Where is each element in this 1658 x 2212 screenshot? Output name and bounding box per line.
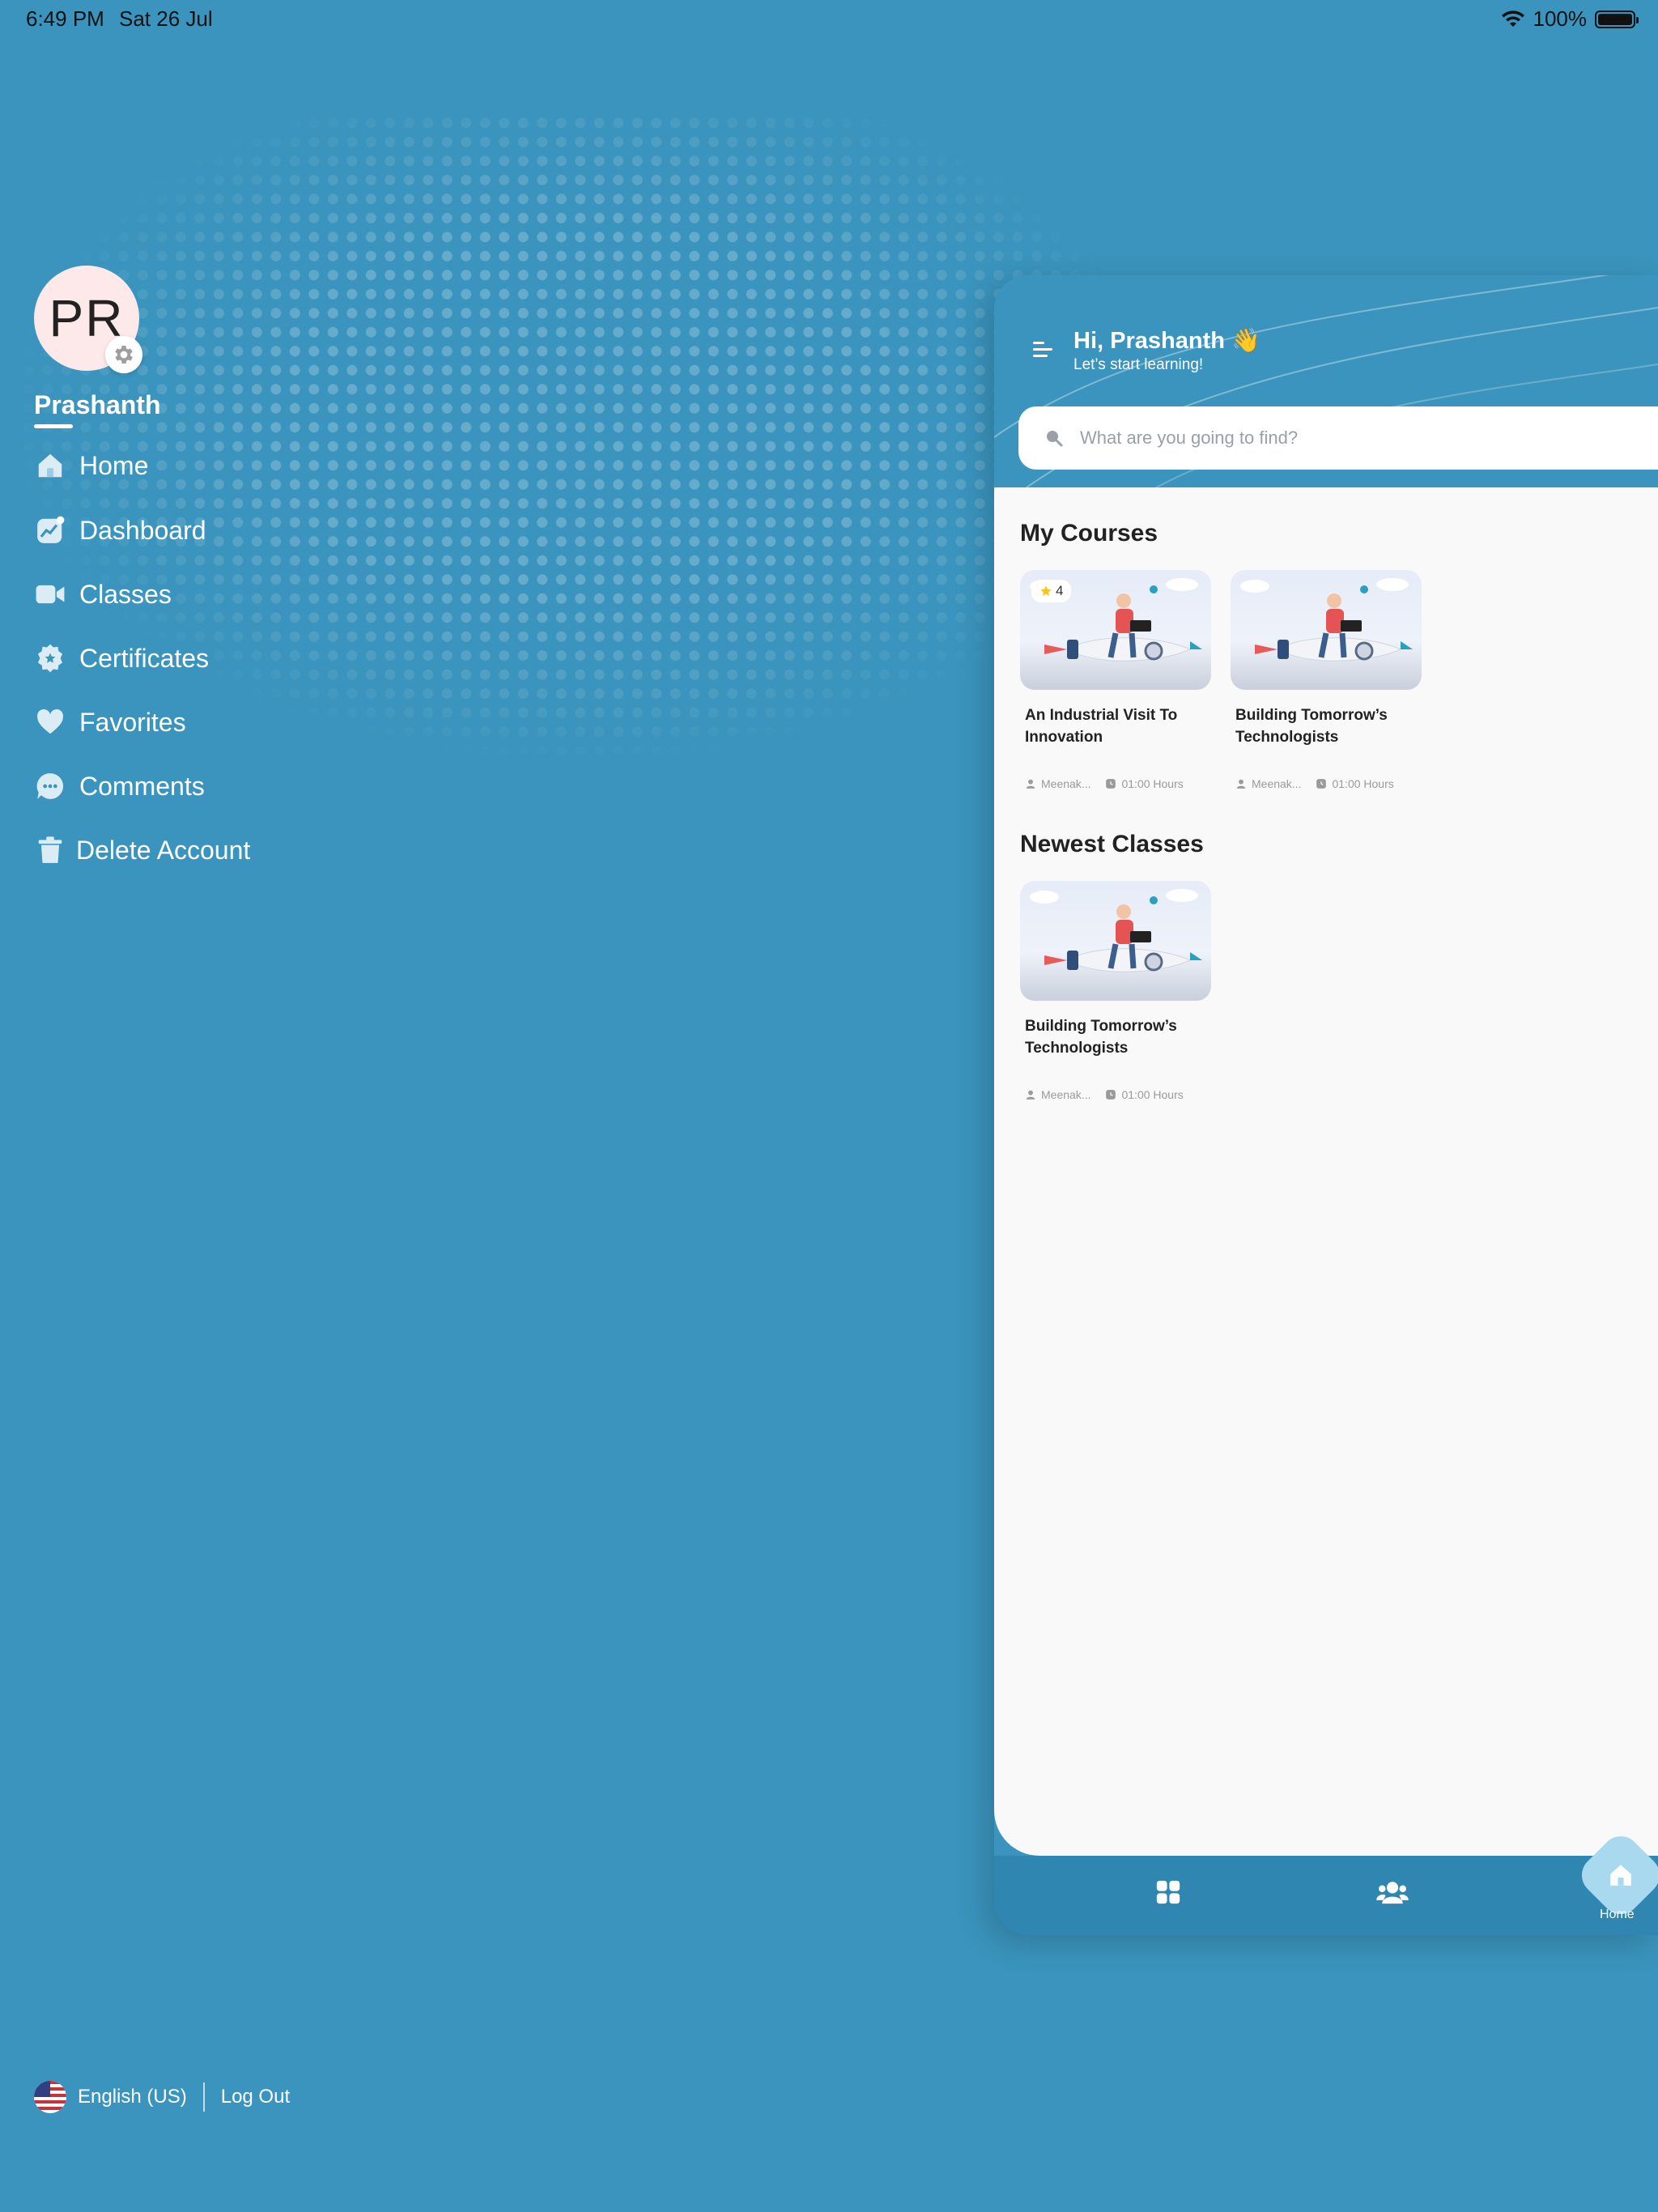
comment-icon (34, 770, 66, 802)
search-input[interactable] (1078, 427, 1567, 449)
course-meta: Meenak... 01:00 Hours (1020, 777, 1211, 790)
course-card[interactable]: Building Tomorrow’s Technologists Meenak… (1231, 570, 1422, 790)
star-icon (1040, 585, 1052, 596)
video-icon (34, 578, 66, 610)
tab-bar (994, 1856, 1658, 1935)
class-card[interactable]: Building Tomorrow’s Technologists Meenak… (1020, 881, 1211, 1101)
menu-label-home: Home (79, 450, 149, 480)
gear-icon (115, 346, 133, 364)
user-icon (1026, 1090, 1035, 1100)
logout-button[interactable]: Log Out (221, 2086, 290, 2108)
course-title: Building Tomorrow’s Technologists (1235, 707, 1388, 746)
class-instructor: Meenak... (1041, 1088, 1091, 1101)
language-selector[interactable]: English (US) (78, 2086, 187, 2108)
my-courses-title: My Courses (1020, 520, 1158, 547)
waving-hand-icon: 👋 (1231, 328, 1261, 354)
clock-icon (1106, 779, 1116, 789)
class-meta: Meenak... 01:00 Hours (1020, 1088, 1211, 1101)
course-meta: Meenak... 01:00 Hours (1231, 777, 1422, 790)
menu-label-classes: Classes (79, 579, 172, 609)
app-header: Hi, Prashanth 👋 Let’s start learning! (994, 275, 1658, 487)
menu-item-delete-account[interactable]: Delete Account (34, 834, 250, 866)
wifi-icon (1501, 10, 1524, 27)
menu-lines-icon (1033, 342, 1052, 357)
class-duration: 01:00 Hours (1121, 1088, 1184, 1101)
greeting-text: Hi, Prashanth (1073, 328, 1225, 354)
user-icon (1026, 779, 1035, 789)
greeting-subtitle: Let’s start learning! (1073, 356, 1204, 373)
home-tab-label: Home (1600, 1908, 1635, 1921)
battery-percent: 100% (1533, 6, 1588, 31)
course-card[interactable]: 4 An Industrial Visit To Innovation Meen… (1020, 570, 1211, 790)
clock-icon (1316, 779, 1327, 789)
course-thumbnail: 4 (1020, 570, 1211, 690)
class-thumbnail (1020, 881, 1211, 1001)
settings-button[interactable] (105, 336, 142, 373)
menu-item-classes[interactable]: Classes (34, 578, 172, 610)
username: Prashanth (34, 390, 161, 419)
footer-divider (202, 2082, 205, 2112)
tab-categories[interactable] (1154, 1878, 1182, 1910)
battery-icon (1595, 10, 1639, 28)
trash-icon (34, 834, 66, 866)
status-date: Sat 26 Jul (119, 6, 213, 31)
us-flag-icon (34, 2081, 66, 2113)
rating-badge: 4 (1031, 580, 1072, 602)
course-duration: 01:00 Hours (1121, 777, 1184, 790)
menu-label-comments: Comments (79, 771, 205, 801)
course-instructor: Meenak... (1041, 777, 1091, 790)
users-icon (1376, 1882, 1409, 1904)
status-bar: 6:49 PM Sat 26 Jul 100% (0, 0, 1658, 39)
certificate-icon (34, 642, 66, 674)
clock-icon (1106, 1090, 1116, 1100)
menu-label-certificates: Certificates (79, 643, 210, 673)
user-icon (1236, 779, 1246, 789)
tab-community[interactable] (1376, 1878, 1409, 1910)
course-title: An Industrial Visit To Innovation (1025, 707, 1178, 746)
menu-item-certificates[interactable]: Certificates (34, 642, 209, 674)
menu-item-favorites[interactable]: Favorites (34, 706, 186, 738)
menu-item-home[interactable]: Home (34, 449, 148, 482)
rocket-illustration (1240, 578, 1413, 661)
status-time: 6:49 PM (26, 6, 104, 31)
menu-item-comments[interactable]: Comments (34, 770, 205, 802)
search-icon (1047, 431, 1063, 447)
app-content: My Courses 4 An Industrial Visit To Inno… (994, 487, 1658, 1856)
menu-label-favorites: Favorites (79, 707, 186, 737)
grid-icon (1156, 1880, 1180, 1904)
menu-label-dashboard: Dashboard (79, 515, 206, 545)
course-instructor: Meenak... (1252, 777, 1302, 790)
menu-item-dashboard[interactable]: Dashboard (34, 514, 206, 547)
drawer-footer: English (US) Log Out (34, 2081, 290, 2113)
search-bar[interactable] (1018, 406, 1658, 470)
heart-icon (34, 706, 66, 738)
status-right: 100% (1501, 6, 1639, 32)
class-title: Building Tomorrow’s Technologists (1025, 1018, 1177, 1057)
course-thumbnail (1231, 570, 1422, 690)
app-panel[interactable]: Hi, Prashanth 👋 Let’s start learning! My… (994, 275, 1658, 1935)
greeting-title: Hi, Prashanth 👋 (1073, 327, 1261, 355)
menu-label-delete-account: Delete Account (76, 835, 251, 865)
dashboard-icon (34, 514, 66, 547)
menu-toggle-button[interactable] (1031, 338, 1054, 365)
course-duration: 01:00 Hours (1332, 777, 1394, 790)
home-icon (1610, 1865, 1631, 1886)
home-icon (34, 449, 66, 482)
username-underline (34, 424, 73, 428)
newest-classes-title: Newest Classes (1020, 831, 1204, 857)
rocket-illustration (1030, 889, 1202, 972)
rating-value: 4 (1056, 583, 1064, 598)
